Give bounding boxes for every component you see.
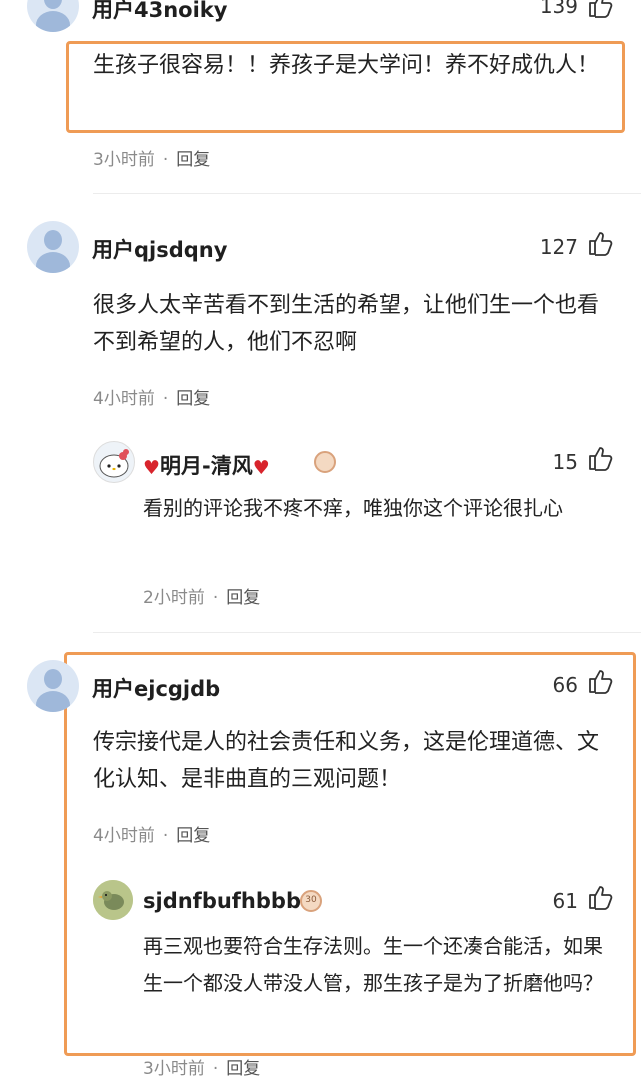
like-count: 139 <box>539 0 578 18</box>
separator: · <box>162 826 169 846</box>
heart-icon: ♥ <box>143 457 161 479</box>
hello-kitty-avatar-icon[interactable] <box>93 441 135 483</box>
like-count: 61 <box>552 889 578 913</box>
username[interactable]: 用户ejcgjdb <box>92 673 220 703</box>
heart-icon: ♥ <box>252 457 270 479</box>
reply-text: 看别的评论我不疼不痒，唯独你这个评论很扎心 <box>143 496 563 520</box>
reply-button[interactable]: 回复 <box>176 389 210 409</box>
like-count: 15 <box>552 450 578 474</box>
user-avatar[interactable] <box>27 0 79 32</box>
comment-meta: 3小时前 · 回复 <box>143 1054 260 1079</box>
timestamp: 2小时前 <box>143 588 205 608</box>
separator: · <box>162 389 169 409</box>
like-count: 127 <box>539 235 578 259</box>
username[interactable]: ♥明月-清风♥ <box>143 450 270 480</box>
divider <box>93 632 641 633</box>
level-number: 30 <box>305 895 317 905</box>
comment-text: 生孩子很容易！！养孩子是大学问！养不好成仇人！ <box>93 53 600 78</box>
user-avatar[interactable] <box>27 660 79 712</box>
comment-text: 很多人太辛苦看不到生活的希望，让他们生一个也看不到希望的人，他们不忍啊 <box>93 293 600 355</box>
thumbs-up-icon[interactable] <box>587 668 613 694</box>
thumbs-up-icon[interactable] <box>587 884 613 910</box>
separator: · <box>212 588 219 608</box>
timestamp: 4小时前 <box>93 826 155 846</box>
reply-button[interactable]: 回复 <box>226 1059 260 1079</box>
level-badge-icon: 30 <box>300 890 322 912</box>
timestamp: 3小时前 <box>143 1059 205 1079</box>
thumbs-up-icon[interactable] <box>587 230 613 256</box>
divider <box>93 193 641 194</box>
bird-avatar-icon[interactable] <box>93 880 133 920</box>
comment-meta: 3小时前 · 回复 <box>93 145 210 170</box>
separator: · <box>162 150 169 170</box>
timestamp: 3小时前 <box>93 150 155 170</box>
thumbs-up-icon[interactable] <box>587 445 613 471</box>
username[interactable]: sjdnfbufhbbb <box>143 889 301 913</box>
level-badge-icon <box>314 451 336 473</box>
separator: · <box>212 1059 219 1079</box>
user-avatar[interactable] <box>27 221 79 273</box>
reply-text: 再三观也要符合生存法则。生一个还凑合能活，如果生一个都没人带没人管，那生孩子是为… <box>143 934 603 995</box>
reply-button[interactable]: 回复 <box>226 588 260 608</box>
comment-meta: 4小时前 · 回复 <box>93 821 210 846</box>
username[interactable]: 用户qjsdqny <box>92 234 227 264</box>
comment-text: 传宗接代是人的社会责任和义务，这是伦理道德、文化认知、是非曲直的三观问题！ <box>93 730 600 792</box>
reply-button[interactable]: 回复 <box>176 150 210 170</box>
thumbs-up-icon[interactable] <box>587 0 613 18</box>
comment-meta: 2小时前 · 回复 <box>143 583 260 608</box>
username[interactable]: 用户43noiky <box>92 0 227 24</box>
reply-button[interactable]: 回复 <box>176 826 210 846</box>
like-count: 66 <box>552 673 578 697</box>
comment-meta: 4小时前 · 回复 <box>93 384 210 409</box>
timestamp: 4小时前 <box>93 389 155 409</box>
